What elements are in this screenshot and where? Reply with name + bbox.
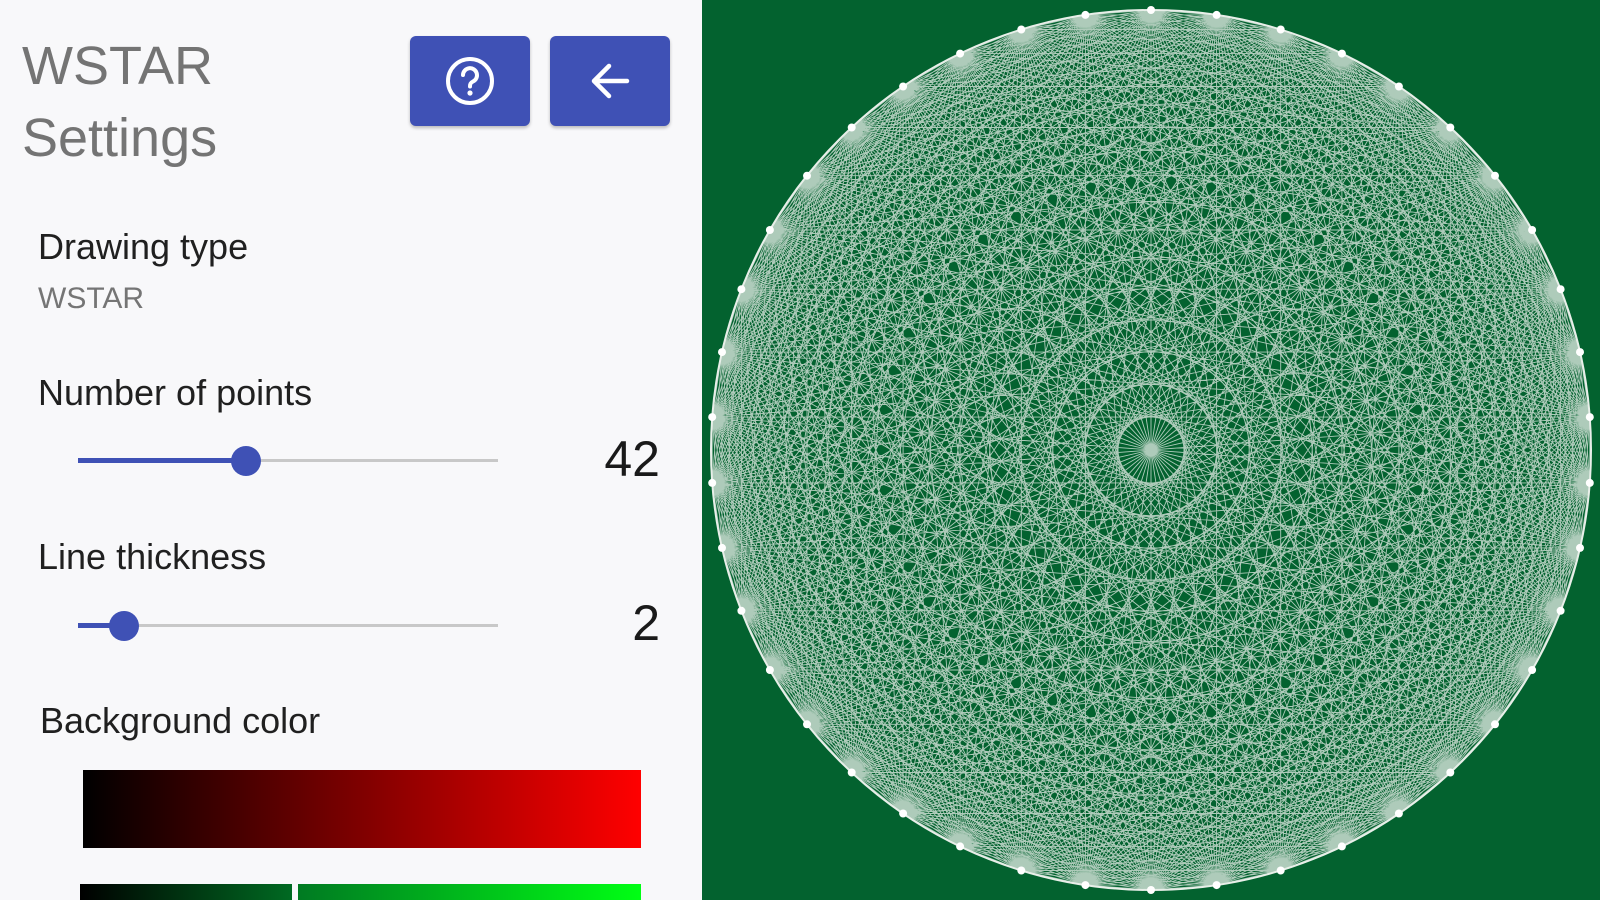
wstar-point — [1337, 842, 1346, 851]
page-title: WSTAR Settings — [22, 30, 217, 174]
wstar-point — [1585, 413, 1594, 422]
wstar-point — [1276, 866, 1285, 875]
wstar-point — [1212, 10, 1221, 19]
wstar-point — [1017, 866, 1026, 875]
wstar-point — [1576, 348, 1584, 357]
wstar-app: WSTAR Settings Drawing type WSTAR Number… — [0, 0, 1600, 900]
wstar-point — [1394, 809, 1403, 818]
arrow-left-icon — [585, 56, 635, 106]
wstar-point — [1556, 285, 1565, 294]
wstar-point — [1491, 171, 1499, 180]
wstar-point — [737, 606, 746, 615]
wstar-point — [847, 768, 856, 777]
back-button[interactable] — [550, 36, 670, 126]
wstar-point — [803, 720, 811, 729]
wstar-point — [718, 543, 726, 552]
wstar-point — [803, 171, 811, 180]
wstar-point — [1276, 25, 1285, 34]
wstar-point — [1147, 886, 1155, 894]
wstar-point — [1491, 720, 1499, 729]
background-color-label: Background color — [40, 700, 321, 741]
slider-track — [78, 624, 498, 627]
wstar-point — [1528, 226, 1537, 234]
wstar-point — [1147, 6, 1155, 14]
wstar-point — [1556, 606, 1565, 615]
wstar-point — [899, 809, 908, 818]
title-line-1: WSTAR — [22, 36, 213, 96]
wstar-point — [1576, 543, 1584, 552]
wstar-point — [1585, 478, 1594, 487]
wstar-point — [1212, 881, 1221, 890]
wstar-point — [718, 348, 726, 357]
wstar-point — [1446, 123, 1455, 132]
slider-fill — [78, 458, 246, 463]
wstar-point — [956, 49, 965, 58]
drawing-canvas[interactable] — [702, 0, 1600, 900]
red-channel-picker[interactable] — [83, 770, 641, 848]
wstar-point — [956, 842, 965, 851]
drawing-type-label: Drawing type — [38, 226, 249, 267]
line-thickness-value: 2 — [632, 595, 660, 651]
help-circle-icon — [442, 53, 498, 109]
help-button[interactable] — [410, 36, 530, 126]
number-of-points-slider[interactable] — [78, 441, 498, 481]
drawing-type-value[interactable]: WSTAR — [38, 282, 144, 316]
wstar-point — [1337, 49, 1346, 58]
wstar-point — [1081, 10, 1090, 19]
number-of-points-value: 42 — [604, 431, 660, 487]
wstar-point — [899, 82, 908, 91]
wstar-point — [708, 478, 717, 487]
wstar-point — [737, 285, 746, 294]
green-channel-picker-dark[interactable] — [80, 884, 292, 900]
slider-thumb[interactable] — [109, 611, 140, 641]
wstar-point — [708, 413, 717, 422]
wstar-point — [1394, 82, 1403, 91]
wstar-point — [765, 666, 774, 674]
wstar-point — [1446, 768, 1455, 777]
wstar-point — [1017, 25, 1026, 34]
wstar-point — [1528, 666, 1537, 674]
title-line-2: Settings — [22, 108, 218, 168]
green-channel-picker[interactable] — [298, 884, 641, 900]
number-of-points-label: Number of points — [38, 372, 313, 413]
line-thickness-label: Line thickness — [38, 536, 267, 577]
wstar-point — [765, 226, 774, 234]
wstar-point — [1081, 881, 1090, 890]
line-thickness-slider[interactable] — [78, 606, 498, 646]
wstar-point — [847, 123, 856, 132]
settings-panel: WSTAR Settings Drawing type WSTAR Number… — [0, 0, 702, 900]
wstar-drawing — [702, 0, 1600, 900]
slider-thumb[interactable] — [231, 446, 261, 476]
